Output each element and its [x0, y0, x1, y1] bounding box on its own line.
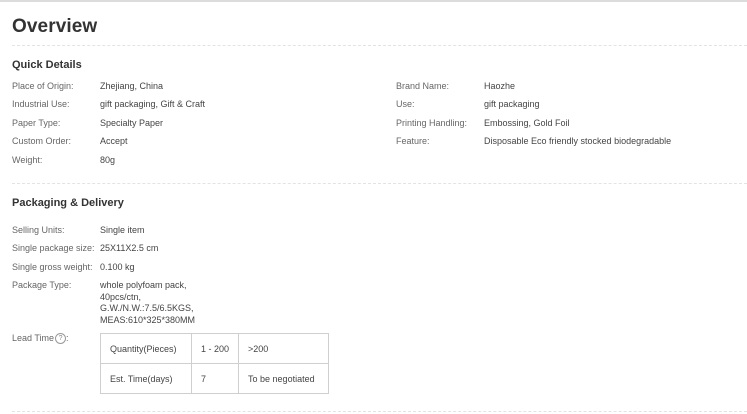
detail-label: Weight: [12, 155, 43, 165]
table-cell: To be negotiated [238, 363, 330, 394]
divider [12, 411, 747, 412]
package-type-line: MEAS:610*325*380MM [100, 314, 196, 325]
detail-value: Zhejiang, China [100, 81, 164, 91]
detail-value: gift packaging [484, 99, 540, 109]
detail-label: Brand Name: [396, 81, 450, 91]
detail-value: 80g [100, 155, 116, 165]
detail-label: Custom Order: [12, 136, 72, 146]
divider [12, 183, 747, 184]
detail-value: Specialty Paper [100, 118, 164, 128]
divider [12, 45, 747, 46]
package-type-line: 40pcs/ctn, [100, 291, 142, 302]
detail-value: Single item [100, 225, 145, 235]
package-type-line: whole polyfoam pack, [100, 280, 187, 290]
table-cell: Est. Time(days) [100, 363, 192, 394]
table-row: Quantity(Pieces) 1 - 200 >200 [100, 333, 330, 364]
detail-label: Printing Handling: [396, 118, 468, 128]
quick-details-title: Quick Details [12, 59, 82, 71]
lead-time-label-suffix: : [66, 333, 69, 343]
packaging-delivery-title: Packaging & Delivery [12, 197, 124, 209]
detail-label: Single package size: [12, 243, 95, 253]
table-cell: 1 - 200 [190, 333, 240, 364]
detail-label: Feature: [396, 136, 430, 146]
detail-label: Package Type: [12, 280, 72, 290]
table-row: Est. Time(days) 7 To be negotiated [100, 363, 330, 394]
detail-label: Single gross weight: [12, 262, 93, 272]
detail-value: 0.100 kg [100, 262, 135, 272]
detail-label: Industrial Use: [12, 99, 70, 109]
package-type-line: G.W./N.W.:7.5/6.5KGS, [100, 303, 194, 313]
detail-label: Selling Units: [12, 225, 65, 235]
detail-value: gift packaging, Gift & Craft [100, 99, 206, 109]
table-cell: Quantity(Pieces) [100, 333, 192, 364]
lead-time-label-text: Lead Time [12, 333, 55, 343]
detail-label: Use: [396, 99, 415, 109]
page-title: Overview [12, 16, 98, 37]
detail-label: Paper Type: [12, 118, 61, 128]
package-type-value: whole polyfoam pack, 40pcs/ctn, G.W./N.W… [100, 280, 240, 326]
table-cell: 7 [190, 363, 240, 394]
lead-time-label: Lead Time?: [12, 333, 69, 345]
detail-label: Place of Origin: [12, 81, 74, 91]
table-cell: >200 [238, 333, 330, 364]
detail-value: Embossing, Gold Foil [484, 118, 570, 128]
detail-value: Disposable Eco friendly stocked biodegra… [484, 136, 672, 146]
detail-value: Accept [100, 136, 128, 146]
detail-value: 25X11X2.5 cm [100, 243, 159, 253]
top-border [0, 0, 747, 2]
question-circle-icon[interactable]: ? [55, 333, 67, 345]
lead-time-table: Quantity(Pieces) 1 - 200 >200 Est. Time(… [100, 333, 330, 394]
detail-value: Haozhe [484, 81, 516, 91]
